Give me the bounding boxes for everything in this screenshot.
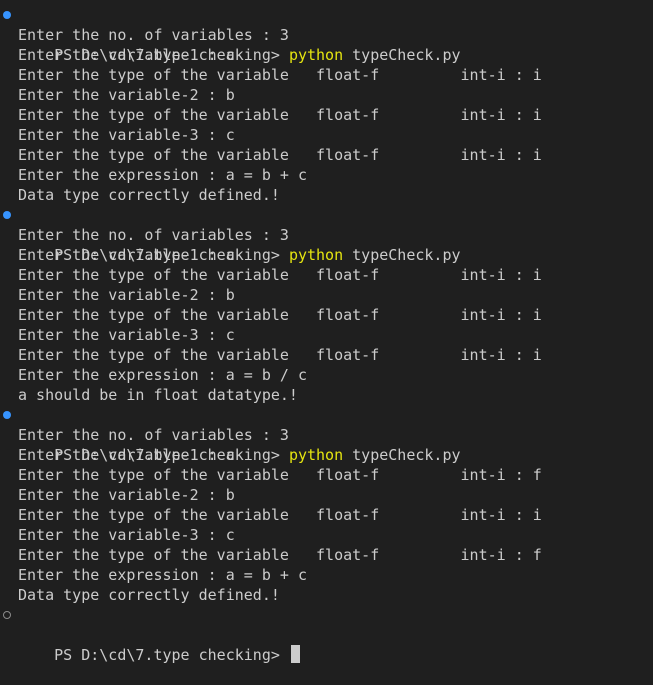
output-line: Enter the type of the variable float-f i… bbox=[18, 106, 542, 124]
output-line: Enter the type of the variable float-f i… bbox=[18, 266, 542, 284]
output-line: Enter the no. of variables : 3 bbox=[18, 26, 289, 44]
output-line: Enter the no. of variables : 3 bbox=[18, 426, 289, 444]
output-line: Enter the variable-1 : a bbox=[18, 46, 235, 64]
command-success-decoration-icon[interactable] bbox=[3, 211, 11, 219]
output-line: Enter the expression : a = b / c bbox=[18, 366, 307, 384]
command-success-decoration-icon[interactable] bbox=[3, 411, 11, 419]
active-prompt-line[interactable]: PS D:\cd\7.type checking> bbox=[0, 605, 653, 664]
output-line: Enter the type of the variable float-f i… bbox=[18, 146, 542, 164]
output-line: Enter the variable-3 : c bbox=[18, 126, 235, 144]
output-line: Enter the expression : a = b + c bbox=[18, 166, 307, 184]
terminal-panel[interactable]: PS D:\cd\7.type checking> python typeChe… bbox=[0, 0, 653, 664]
output-line: Enter the type of the variable float-f i… bbox=[18, 306, 542, 324]
prompt-line: PS D:\cd\7.type checking> python typeChe… bbox=[0, 5, 653, 64]
command-success-decoration-icon[interactable] bbox=[3, 11, 11, 19]
output-line: Enter the type of the variable float-f i… bbox=[18, 346, 542, 364]
output-line: Enter the expression : a = b + c bbox=[18, 566, 307, 584]
command-pending-decoration-icon bbox=[3, 611, 11, 619]
output-line: Enter the variable-3 : c bbox=[18, 326, 235, 344]
output-line: Enter the no. of variables : 3 bbox=[18, 226, 289, 244]
prompt-line: PS D:\cd\7.type checking> python typeChe… bbox=[0, 405, 653, 464]
prompt-line: PS D:\cd\7.type checking> python typeChe… bbox=[0, 205, 653, 264]
text-cursor[interactable] bbox=[290, 645, 300, 663]
output-line: Data type correctly defined.! bbox=[18, 186, 280, 204]
output-line: Enter the type of the variable float-f i… bbox=[18, 466, 542, 484]
output-line: Enter the type of the variable float-f i… bbox=[18, 506, 542, 524]
prompt-text: PS D:\cd\7.type checking> bbox=[54, 646, 289, 664]
output-line: Enter the variable-3 : c bbox=[18, 526, 235, 544]
output-line: Data type correctly defined.! bbox=[18, 586, 280, 604]
output-line: a should be in float datatype.! bbox=[18, 386, 298, 404]
output-line: Enter the variable-2 : b bbox=[18, 286, 235, 304]
output-line: Enter the type of the variable float-f i… bbox=[18, 546, 542, 564]
output-line: Enter the variable-1 : a bbox=[18, 446, 235, 464]
output-line: Enter the variable-2 : b bbox=[18, 86, 235, 104]
output-line: Enter the type of the variable float-f i… bbox=[18, 66, 542, 84]
output-line: Enter the variable-1 : a bbox=[18, 246, 235, 264]
output-line: Enter the variable-2 : b bbox=[18, 486, 235, 504]
